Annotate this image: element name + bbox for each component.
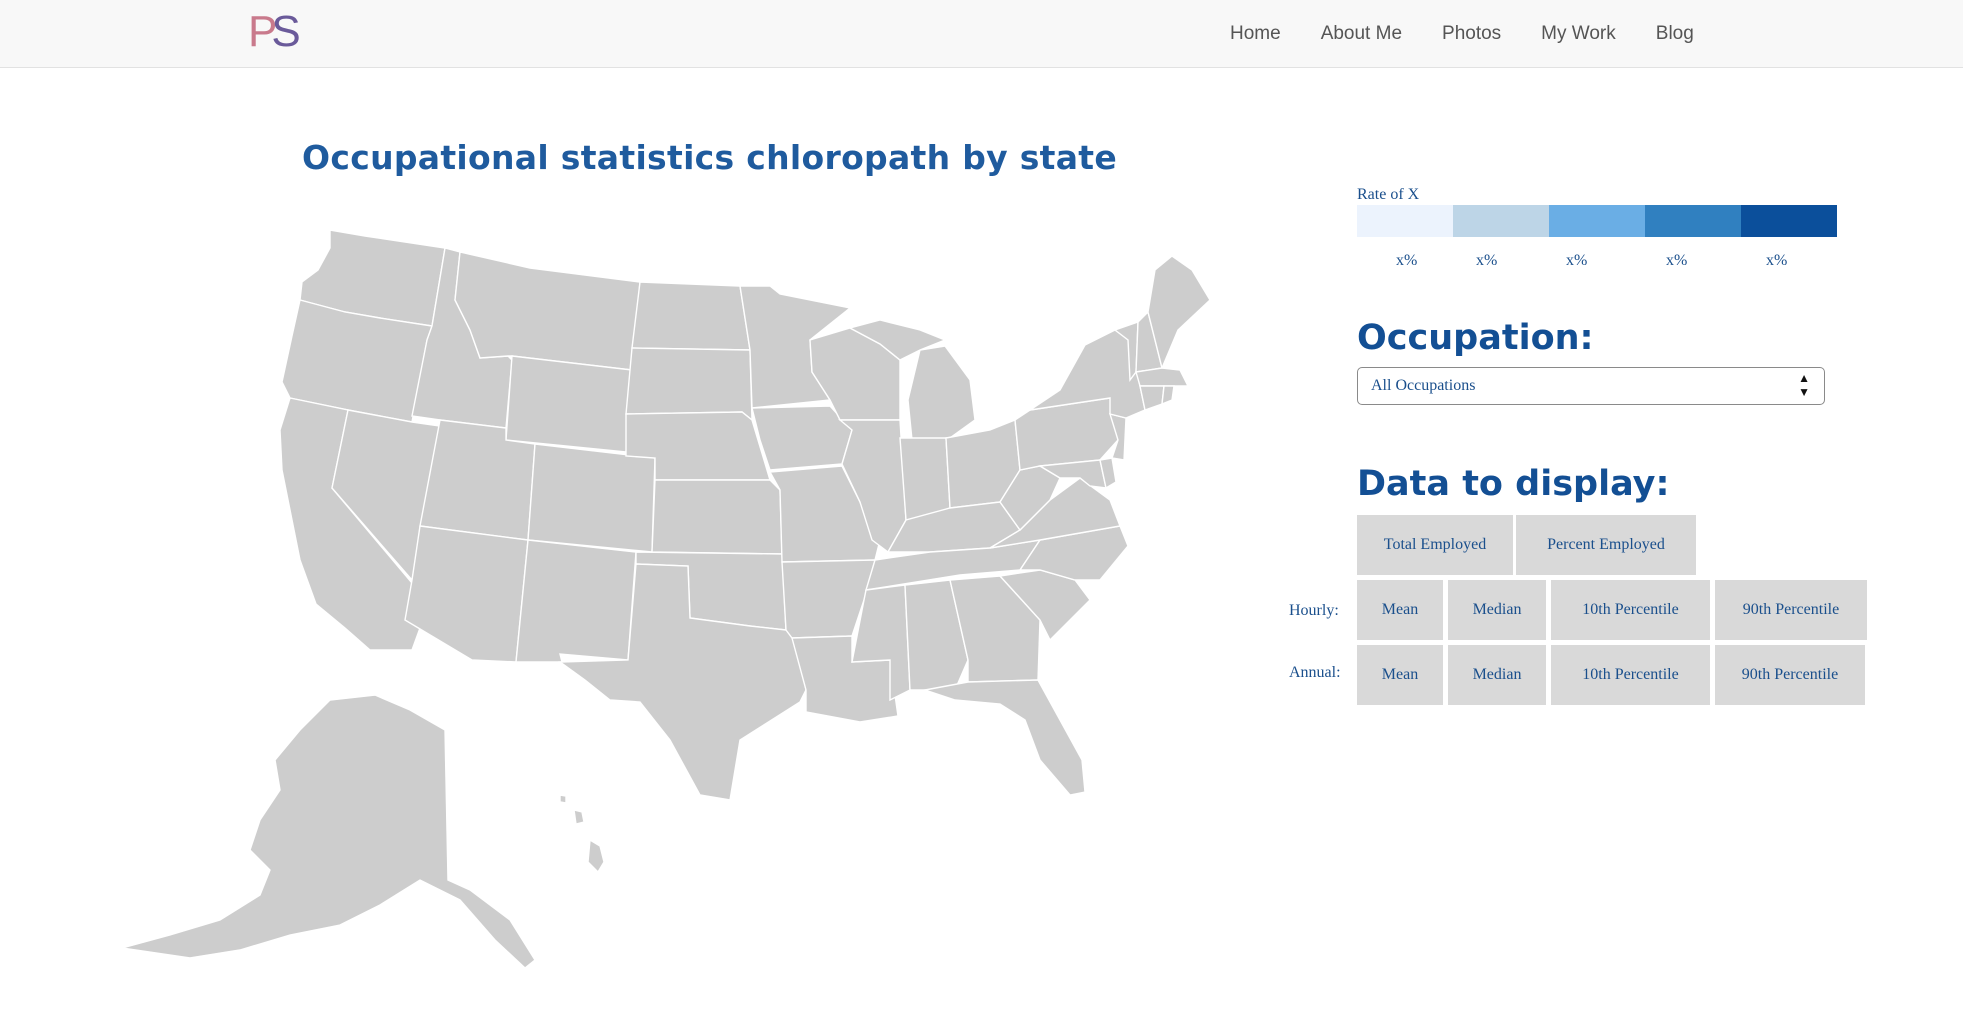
nav-about-link[interactable]: About Me — [1301, 0, 1422, 67]
state-new-mexico[interactable] — [515, 539, 637, 663]
nav-links: Home About Me Photos My Work Blog — [1210, 0, 1714, 67]
legend-title: Rate of X — [1357, 186, 1420, 203]
navbar: PS Home About Me Photos My Work Blog — [0, 0, 1963, 68]
annual-90th-percentile-button[interactable]: 90th Percentile — [1715, 645, 1865, 705]
state-north-dakota[interactable] — [631, 281, 751, 351]
legend-swatch-5 — [1741, 205, 1837, 237]
hourly-90th-percentile-button[interactable]: 90th Percentile — [1715, 580, 1867, 640]
occupation-select[interactable]: All Occupations ▲ ▼ — [1357, 367, 1825, 405]
state-hawaii-2[interactable] — [573, 809, 585, 825]
total-employed-button[interactable]: Total Employed — [1357, 515, 1513, 575]
nav-work-link[interactable]: My Work — [1521, 0, 1636, 67]
state-connecticut[interactable] — [1139, 385, 1165, 411]
hourly-10th-percentile-button[interactable]: 10th Percentile — [1551, 580, 1710, 640]
annual-median-button[interactable]: Median — [1448, 645, 1546, 705]
state-hawaii-3[interactable] — [559, 794, 567, 804]
logo-letter-s: S — [271, 7, 300, 56]
occupation-heading: Occupation: — [1357, 318, 1594, 358]
legend-label-2: x% — [1476, 252, 1498, 269]
state-florida[interactable] — [922, 679, 1086, 796]
legend-swatch-4 — [1645, 205, 1741, 237]
state-kansas[interactable] — [651, 479, 783, 555]
state-wyoming[interactable] — [505, 355, 633, 453]
us-states-map — [110, 210, 1220, 980]
annual-mean-button[interactable]: Mean — [1357, 645, 1443, 705]
hourly-mean-button[interactable]: Mean — [1357, 580, 1443, 640]
state-massachusetts[interactable] — [1135, 367, 1190, 387]
nav-home-link[interactable]: Home — [1210, 0, 1301, 67]
site-logo[interactable]: PS — [248, 7, 301, 56]
state-alaska[interactable] — [121, 694, 536, 969]
legend-label-3: x% — [1566, 252, 1588, 269]
page-title: Occupational statistics chloropath by st… — [302, 138, 1118, 177]
legend-label-4: x% — [1666, 252, 1688, 269]
state-hawaii[interactable] — [587, 838, 605, 874]
state-michigan[interactable] — [907, 345, 976, 441]
state-south-dakota[interactable] — [625, 347, 753, 422]
hourly-median-button[interactable]: Median — [1448, 580, 1546, 640]
state-maine[interactable] — [1147, 255, 1211, 371]
data-display-heading: Data to display: — [1357, 464, 1670, 504]
state-montana[interactable] — [454, 251, 641, 371]
us-map-svg — [121, 229, 1211, 969]
annual-label: Annual: — [1289, 664, 1341, 681]
legend-label-5: x% — [1766, 252, 1788, 269]
state-colorado[interactable] — [527, 443, 656, 553]
nav-photos-link[interactable]: Photos — [1422, 0, 1521, 67]
state-rhode-island[interactable] — [1161, 385, 1175, 406]
occupation-selected-value: All Occupations — [1371, 377, 1476, 394]
legend-swatch-2 — [1453, 205, 1549, 237]
annual-10th-percentile-button[interactable]: 10th Percentile — [1551, 645, 1710, 705]
hourly-label: Hourly: — [1289, 602, 1339, 619]
legend-swatch-3 — [1549, 205, 1645, 237]
state-arizona[interactable] — [404, 525, 529, 663]
state-iowa[interactable] — [751, 405, 853, 471]
logo-letter-p: P — [248, 7, 277, 56]
legend-swatch-1 — [1357, 205, 1453, 237]
legend-label-1: x% — [1396, 252, 1418, 269]
select-arrows-icon: ▲ ▼ — [1798, 371, 1810, 399]
percent-employed-button[interactable]: Percent Employed — [1516, 515, 1696, 575]
nav-blog-link[interactable]: Blog — [1636, 0, 1714, 67]
legend-color-bar — [1357, 205, 1837, 237]
